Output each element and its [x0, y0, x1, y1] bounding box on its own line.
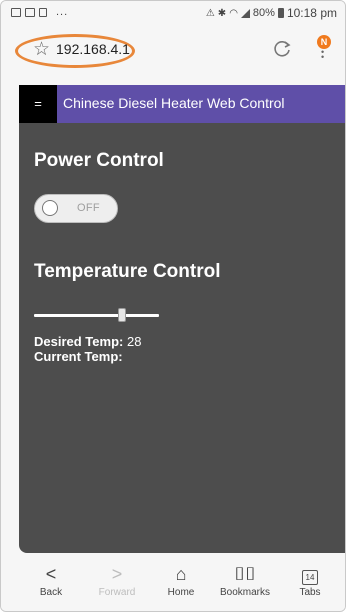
forward-label: Forward: [98, 587, 136, 598]
desired-temp-line: Desired Temp: 28: [34, 334, 141, 349]
temperature-control-heading: Temperature Control: [34, 261, 221, 282]
web-page: = Chinese Diesel Heater Web Control Powe…: [19, 85, 345, 553]
status-left: ...: [11, 6, 68, 18]
status-bar: ... ⚠ ✱ ◠ 80% 10:18 pm: [1, 1, 345, 25]
tabs-button[interactable]: 14 Tabs: [280, 563, 340, 598]
toggle-label: OFF: [77, 202, 100, 214]
tabs-icon: 14: [280, 563, 340, 585]
clock: 10:18 pm: [286, 6, 337, 20]
current-temp-line: Current Temp:: [34, 349, 123, 364]
gallery-icon: [11, 7, 21, 17]
book-icon: ⌷⌷: [234, 564, 256, 584]
power-toggle[interactable]: OFF: [34, 194, 118, 223]
bookmarks-button[interactable]: ⌷⌷ Bookmarks: [215, 563, 275, 598]
power-control-heading: Power Control: [34, 150, 164, 171]
notification-badge-icon[interactable]: N: [317, 35, 331, 49]
tabs-label: Tabs: [299, 587, 321, 598]
media-icon: [39, 7, 47, 17]
alarm-icon: ⚠: [205, 7, 215, 19]
current-temp-label: Current Temp:: [34, 349, 123, 364]
refresh-icon[interactable]: [271, 38, 293, 60]
hamburger-menu-button[interactable]: =: [19, 85, 57, 123]
battery-icon: [277, 8, 284, 18]
overflow-menu-icon[interactable]: • •: [321, 48, 324, 62]
home-icon: ⌂: [175, 564, 187, 584]
address-bar: ☆ 192.168.4.1 N • •: [1, 25, 345, 77]
temperature-slider[interactable]: [34, 308, 159, 322]
back-button[interactable]: < Back: [21, 563, 81, 598]
forward-arrow-icon: >: [111, 564, 123, 584]
more-notifications: ...: [56, 6, 69, 18]
tabs-count: 14: [302, 570, 318, 585]
header-bar: Chinese Diesel Heater Web Control: [57, 85, 345, 123]
site-header: = Chinese Diesel Heater Web Control: [19, 85, 345, 123]
home-button[interactable]: ⌂ Home: [151, 563, 211, 598]
back-arrow-icon: <: [45, 564, 57, 584]
desired-temp-label: Desired Temp:: [34, 334, 124, 349]
url-field[interactable]: 192.168.4.1: [56, 41, 130, 57]
toggle-knob: [42, 200, 58, 216]
desired-temp-value: 28: [126, 334, 142, 349]
status-right: ⚠ ✱ ◠ 80% 10:18 pm: [206, 6, 337, 20]
page-title: Chinese Diesel Heater Web Control: [63, 95, 285, 111]
back-label: Back: [39, 587, 63, 598]
mail-icon: [25, 7, 35, 17]
home-label: Home: [167, 587, 195, 598]
wifi-icon: ◠: [229, 7, 238, 19]
slider-thumb[interactable]: [117, 308, 126, 322]
bookmark-star-icon[interactable]: ☆: [33, 38, 50, 61]
battery-percent: 80%: [252, 7, 275, 19]
signal-icon: [240, 8, 250, 18]
slider-track: [34, 314, 159, 317]
forward-button[interactable]: > Forward: [87, 563, 147, 598]
phone-frame: ... ⚠ ✱ ◠ 80% 10:18 pm ☆ 192.168.4.1 N •…: [0, 0, 346, 612]
bookmarks-label: Bookmarks: [219, 587, 270, 598]
bottom-nav: < Back > Forward ⌂ Home ⌷⌷ Bookmarks 14 …: [1, 557, 345, 611]
bluetooth-icon: ✱: [217, 7, 227, 19]
